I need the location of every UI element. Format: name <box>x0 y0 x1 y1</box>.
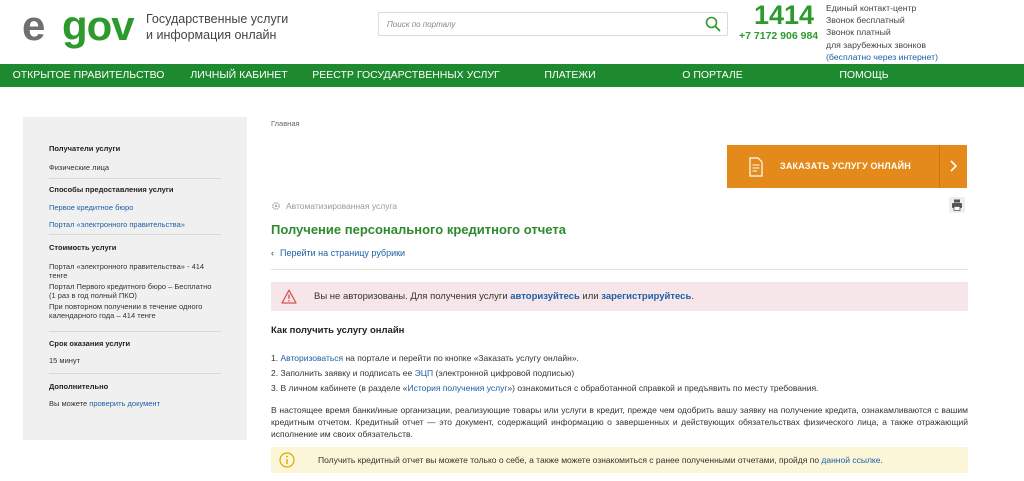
verify-document-link[interactable]: проверить документ <box>89 399 160 408</box>
chevron-right-icon <box>950 160 958 172</box>
info-alert-text: Получить кредитный отчет вы можете тольк… <box>318 455 883 465</box>
sidebar-cost: Стоимость услуги Портал «электронного пр… <box>49 243 221 320</box>
order-service-online-button[interactable]: ЗАКАЗАТЬ УСЛУГУ ОНЛАЙН <box>727 145 967 188</box>
egov-logo[interactable]: e gov <box>22 2 135 49</box>
sidebar-divider <box>49 373 221 374</box>
nav-item-help[interactable]: ПОМОЩЬ <box>796 64 932 87</box>
info-icon <box>279 452 295 468</box>
print-icon[interactable] <box>949 197 965 213</box>
page-title: Получение персонального кредитного отчет… <box>271 222 566 237</box>
nav-item-open-government[interactable]: ОТКРЫТОЕ ПРАВИТЕЛЬСТВО <box>0 64 177 87</box>
sidebar-recipients-title: Получатели услуги <box>49 144 121 153</box>
eds-link[interactable]: ЭЦП <box>415 368 434 378</box>
contact-line-4: для зарубежных звонков <box>826 39 926 50</box>
contact-line-1: Единый контакт-центр <box>826 3 917 13</box>
nav-item-service-registry[interactable]: РЕЕСТР ГОСУДАРСТВЕННЫХ УСЛУГ <box>301 64 511 87</box>
sidebar-extra: Дополнительно Вы можете проверить докуме… <box>49 382 221 408</box>
sidebar-divider <box>49 178 221 179</box>
auth-warning-text: Вы не авторизованы. Для получения услуги… <box>314 291 694 302</box>
step-2: 2. Заполнить заявку и подписать ее ЭЦП (… <box>271 366 818 381</box>
sidebar-cost-text: (1 раз в год полный ПКО) <box>49 291 137 300</box>
automated-service-label: Автоматизированная услуга <box>286 201 398 211</box>
nav-item-about[interactable]: О ПОРТАЛЕ <box>629 64 796 87</box>
search-input[interactable] <box>387 16 687 32</box>
sidebar-methods-title: Способы предоставления услуги <box>49 185 174 194</box>
back-to-category-link[interactable]: ‹ Перейти на страницу рубрики <box>271 248 405 258</box>
sidebar-cost-title: Стоимость услуги <box>49 243 117 252</box>
service-sidebar: Получатели услуги Физические лица Способ… <box>23 117 247 440</box>
search-box <box>378 12 728 36</box>
sidebar-recipients: Получатели услуги Физические лица <box>49 144 221 172</box>
sidebar-term-title: Срок оказания услуги <box>49 339 131 348</box>
sidebar-divider <box>49 331 221 332</box>
order-button-divider <box>939 145 940 188</box>
sidebar-cost-text: Портал Первого кредитного бюро – Бесплат… <box>49 282 212 291</box>
breadcrumb[interactable]: Главная <box>271 119 300 128</box>
nav-item-payments[interactable]: ПЛАТЕЖИ <box>511 64 629 87</box>
contact-phone[interactable]: +7 7172 906 984 <box>739 30 818 42</box>
this-link[interactable]: данной ссылке <box>821 455 880 465</box>
steps-list: 1. Авторизоваться на портале и перейти п… <box>271 351 818 396</box>
sidebar-cost-line-1: Портал «электронного правительства» - 41… <box>49 262 221 280</box>
step-text: Заполнить заявку и подписать ее <box>280 368 415 378</box>
info-text: Получить кредитный отчет вы можете тольк… <box>318 455 822 465</box>
chevron-left-icon: ‹ <box>271 248 274 258</box>
tagline: Государственные услуги и информация онла… <box>146 11 296 43</box>
register-link[interactable]: зарегистрируйтесь <box>601 291 691 302</box>
sidebar-methods: Способы предоставления услуги Первое кре… <box>49 185 221 229</box>
contact-info: Единый контакт-центр Звонок бесплатный З… <box>826 2 1024 63</box>
divider <box>271 269 968 270</box>
step-text: ») ознакомиться с обработанной справкой … <box>507 383 819 393</box>
auth-warning-mid: или <box>579 291 602 302</box>
authorize-link[interactable]: Авторизоваться <box>280 353 343 363</box>
auth-warning-end: . <box>691 291 694 302</box>
sidebar-cost-text: При повторном получении в течение одного <box>49 302 203 311</box>
contact-line-2: Звонок бесплатный <box>826 15 905 26</box>
logo-e: e <box>22 2 45 49</box>
step-1: 1. Авторизоваться на портале и перейти п… <box>271 351 818 366</box>
step-text: В личном кабинете (в разделе « <box>280 383 408 393</box>
gear-icon <box>272 202 280 210</box>
info-alert: Получить кредитный отчет вы можете тольк… <box>271 447 968 473</box>
tagline-line-1: Государственные услуги <box>146 12 289 26</box>
sidebar-extra-title: Дополнительно <box>49 382 109 391</box>
sidebar-extra-prefix: Вы можете <box>49 399 90 408</box>
main-nav: ОТКРЫТОЕ ПРАВИТЕЛЬСТВО ЛИЧНЫЙ КАБИНЕТ РЕ… <box>0 64 1024 87</box>
sidebar-cost-text: календарного года – 414 тенге <box>49 311 156 320</box>
info-end: . <box>880 455 883 465</box>
site-header: e gov Государственные услуги и информаци… <box>0 0 1024 63</box>
sidebar-recipients-value: Физические лица <box>49 163 110 172</box>
step-text: на портале и перейти по кнопке «Заказать… <box>343 353 579 363</box>
tagline-line-2: и информация онлайн <box>146 28 277 42</box>
sidebar-divider <box>49 234 221 235</box>
contact-line-3: Звонок платный <box>826 27 891 38</box>
auth-warning-alert: Вы не авторизованы. Для получения услуги… <box>271 282 968 311</box>
sidebar-cost-line-3: При повторном получении в течение одного… <box>49 302 221 320</box>
description-paragraph: В настоящее время банки/иные организации… <box>271 405 968 439</box>
sidebar-cost-text: Портал «электронного правительства» - 41… <box>49 262 205 271</box>
contact-center-number[interactable]: 1414 <box>754 0 814 31</box>
sidebar-cost-line-2: Портал Первого кредитного бюро – Бесплат… <box>49 282 221 300</box>
warning-triangle-icon <box>281 289 297 304</box>
sidebar-term-value: 15 минут <box>49 356 81 365</box>
service-history-link[interactable]: История получения услуг <box>407 383 507 393</box>
how-to-get-title: Как получить услугу онлайн <box>271 325 405 336</box>
back-link-label: Перейти на страницу рубрики <box>280 248 406 258</box>
sidebar-term: Срок оказания услуги 15 минут <box>49 339 221 365</box>
sidebar-extra-text: Вы можете проверить документ <box>49 399 221 408</box>
search-icon[interactable] <box>705 16 721 32</box>
document-icon <box>749 157 763 177</box>
order-button-label: ЗАКАЗАТЬ УСЛУГУ ОНЛАЙН <box>780 161 911 171</box>
sidebar-link-credit-bureau[interactable]: Первое кредитное бюро <box>49 203 221 212</box>
sidebar-link-egov-portal[interactable]: Портал «электронного правительства» <box>49 220 221 229</box>
contact-free-note[interactable]: (бесплатно через интернет) <box>826 51 1024 63</box>
logo-gov: gov <box>62 2 135 49</box>
sidebar-cost-text: тенге <box>49 271 68 280</box>
step-3: 3. В личном кабинете (в разделе «История… <box>271 381 818 396</box>
auth-warning-prefix: Вы не авторизованы. Для получения услуги <box>314 291 511 302</box>
nav-item-personal-cabinet[interactable]: ЛИЧНЫЙ КАБИНЕТ <box>177 64 301 87</box>
login-link[interactable]: авторизуйтесь <box>510 291 580 302</box>
step-text: (электронной цифровой подписью) <box>433 368 575 378</box>
